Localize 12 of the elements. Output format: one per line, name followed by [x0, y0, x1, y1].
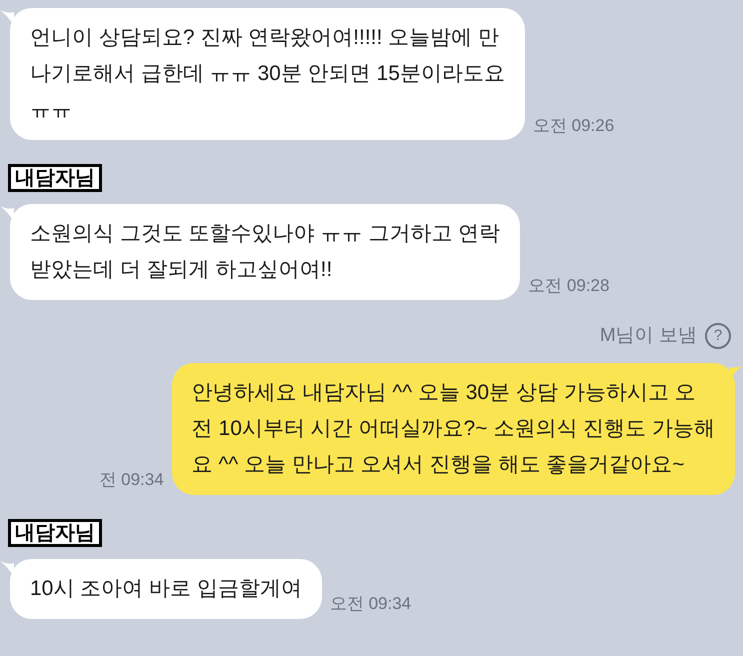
sender-name: 내담자님: [8, 518, 102, 546]
help-icon[interactable]: ?: [705, 323, 731, 350]
message-time: 전 09:34: [99, 469, 164, 491]
message-bubble: 안녕하세요 내담자님 ^^ 오늘 30분 상담 가능하시고 오 전 10시부터 시간 어떠실까요?~ 소원의식 진행도 가능해 요 ^^ 오늘 만나고 오셔서 진행을 해도 좋을거같아요~: [172, 362, 735, 494]
message-bubble: 소원의식 그것도 또할수있나야 ㅠㅠ 그거하고 연락 받았는데 더 잘되게 하고싶어여!!: [10, 204, 520, 300]
sent-by-label: M님이 보냄: [600, 324, 697, 348]
message-bubble: 10시 조아여 바로 입금할게여: [10, 558, 322, 618]
message-time: 오전 09:28: [528, 274, 610, 296]
sender-name: 내담자님: [8, 164, 102, 192]
message-time: 오전 09:26: [532, 114, 614, 136]
message-bubble: 언니이 상담되요? 진짜 연락왔어여!!!!! 오늘밤에 만 나기로해서 급한데 ㅠㅠ 30분 안되면 15분이라도요 ㅠㅠ: [10, 8, 525, 140]
message-time: 오전 09:34: [330, 593, 412, 615]
